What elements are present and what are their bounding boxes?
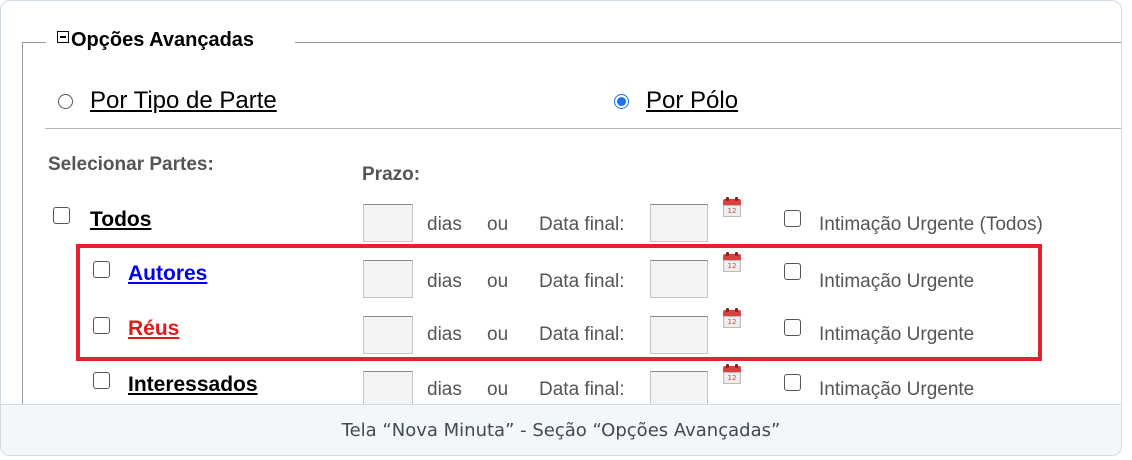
screenshot-card: Opções Avançadas Por Tipo de Parte Por P…	[0, 0, 1122, 456]
party-checkbox[interactable]	[53, 207, 70, 224]
urgent-checkbox[interactable]	[784, 210, 801, 227]
calendar-icon[interactable]: 12	[723, 364, 741, 384]
urgent-label: Intimação Urgente (Todos)	[819, 214, 1043, 235]
final-date-label: Data final:	[539, 214, 625, 235]
fieldset-border-top-right	[295, 42, 1121, 43]
caption-text: Tela “Nova Minuta” - Seção “Opções Avanç…	[341, 419, 781, 441]
or-label: ou	[487, 214, 509, 235]
party-checkbox[interactable]	[93, 372, 110, 389]
party-label[interactable]: Interessados	[128, 373, 258, 397]
calendar-icon[interactable]: 12	[723, 197, 741, 217]
or-label: ou	[487, 379, 509, 400]
collapse-icon[interactable]	[57, 30, 69, 43]
radio-label[interactable]: Por Pólo	[646, 87, 738, 115]
final-date-input[interactable]	[650, 204, 708, 242]
urgent-label: Intimação Urgente	[819, 379, 975, 400]
radio-button-selected[interactable]	[614, 93, 629, 109]
deadline-heading: Prazo:	[362, 164, 421, 185]
radio-button[interactable]	[58, 93, 73, 109]
advanced-options-legend[interactable]: Opções Avançadas	[57, 29, 254, 52]
days-input[interactable]	[363, 204, 413, 242]
select-parties-heading: Selecionar Partes:	[48, 154, 214, 175]
radio-by-pole[interactable]: Por Pólo	[614, 87, 738, 115]
separator	[45, 128, 1121, 129]
highlight-box	[76, 244, 1042, 361]
fieldset-border-top	[22, 42, 46, 43]
legend-title: Opções Avançadas	[71, 29, 255, 51]
radio-by-party-type[interactable]: Por Tipo de Parte	[58, 87, 277, 115]
final-date-label: Data final:	[539, 379, 625, 400]
days-label: dias	[427, 379, 462, 400]
urgent-checkbox[interactable]	[784, 374, 801, 391]
party-label[interactable]: Todos	[90, 208, 151, 232]
caption-bar: Tela “Nova Minuta” - Seção “Opções Avanç…	[1, 404, 1121, 455]
days-label: dias	[427, 214, 462, 235]
radio-label[interactable]: Por Tipo de Parte	[90, 87, 277, 115]
fieldset-border-left	[22, 42, 23, 422]
